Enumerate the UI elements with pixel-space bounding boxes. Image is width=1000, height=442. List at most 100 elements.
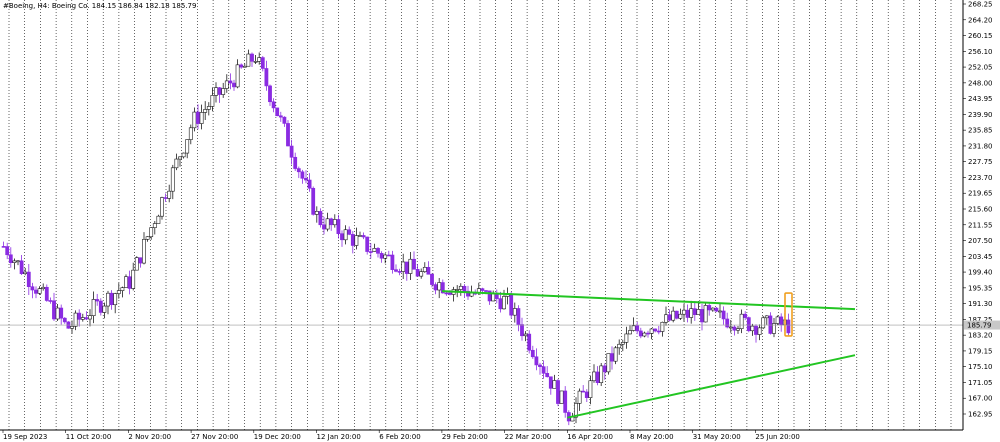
candle-body [660,321,665,332]
candle-body [653,328,658,332]
candle-body [282,116,287,124]
candle-body [5,246,10,256]
candle-body [102,305,107,313]
x-tick-label: 27 Nov 20:00 [191,433,238,441]
candle-body [80,317,85,320]
candle-body [271,101,276,109]
candle-body [149,227,154,238]
candle-body [138,257,143,264]
candle-body [412,258,416,270]
candle-body [530,349,535,358]
candle-body [646,332,650,335]
current-price-marker: 185.79 [964,320,1000,330]
candle-body [674,310,679,319]
y-tick-label: 227.75 [968,158,993,166]
candle-body [678,313,683,319]
candle-body [746,317,751,332]
candle-body [541,366,546,374]
candle-body [556,380,560,404]
candle-body [347,229,352,235]
candle-body [754,325,758,335]
candle-body [548,376,553,389]
candle-body [152,223,157,228]
candle-body [257,57,262,62]
candle-body [181,152,186,158]
candle-body [656,330,661,333]
candle-body [340,233,344,241]
candle-body [682,309,686,315]
candle-body [480,288,485,291]
candle-body [390,254,395,270]
candle-body [664,314,668,323]
candle-body [289,145,294,158]
candle-body [595,371,600,383]
candle-body [235,64,240,88]
y-tick-label: 219.65 [968,190,993,198]
candle-body [592,371,596,382]
candle-body [73,312,78,327]
candle-body [538,364,542,367]
candle-body [44,286,49,301]
x-tick-label: 19 Dec 20:00 [254,433,301,441]
candle-body [394,269,398,272]
y-tick-label: 264.20 [968,16,993,24]
y-tick-label: 171.05 [968,379,993,387]
candle-body [300,171,305,179]
candle-body [581,390,586,393]
x-tick-label: 6 Feb 20:00 [379,433,420,441]
candle-body [59,307,64,319]
candle-body [304,178,308,181]
y-tick-label: 195.35 [968,284,993,292]
x-tick-label: 16 Apr 20:00 [567,433,613,441]
candle-body [617,343,622,349]
candle-body [131,269,136,289]
candle-body [422,266,427,272]
y-tick-label: 252.05 [968,64,993,72]
x-tick-label: 11 Oct 20:00 [66,433,112,441]
candle-body [246,53,251,67]
candle-body [458,285,463,290]
candle-body [491,292,496,302]
candle-body [214,87,218,96]
candle-body [448,292,452,295]
candle-body [689,308,694,318]
candle-body [322,224,326,230]
candle-body [606,353,611,373]
candle-body [599,365,604,383]
candle-body [444,292,449,295]
candle-body [649,328,654,334]
y-tick-label: 248.00 [968,79,993,87]
candle-body [527,333,532,351]
symbol-info: #Boeing, H4: Boeing Co. 184.15 186.84 18… [3,2,196,10]
candle-body [786,319,791,334]
candle-body [232,82,236,88]
candle-body [325,218,330,230]
candle-body [761,317,766,329]
candle-body [178,156,182,160]
candle-body [253,61,258,63]
candle-body [167,190,172,199]
candle-body [638,330,643,337]
candle-body [16,260,20,263]
candle-body [718,310,722,313]
candle-body [217,87,222,95]
candle-body [559,390,564,404]
candle-body [336,219,341,234]
candle-body [667,314,672,321]
candle-body [221,88,226,95]
candle-body [512,308,517,316]
y-tick-label: 260.15 [968,32,993,40]
candle-body [404,261,409,274]
candle-body [523,333,528,337]
candle-body [700,309,704,323]
candle-body [23,271,28,275]
candle-body [127,276,132,289]
candle-body [714,307,719,312]
candle-body [430,273,434,285]
y-tick-label: 203.45 [968,253,993,261]
candle-body [145,236,150,240]
candle-body [509,294,514,316]
candle-body [725,318,730,328]
candle-body [12,260,17,263]
candle-body [584,391,589,398]
